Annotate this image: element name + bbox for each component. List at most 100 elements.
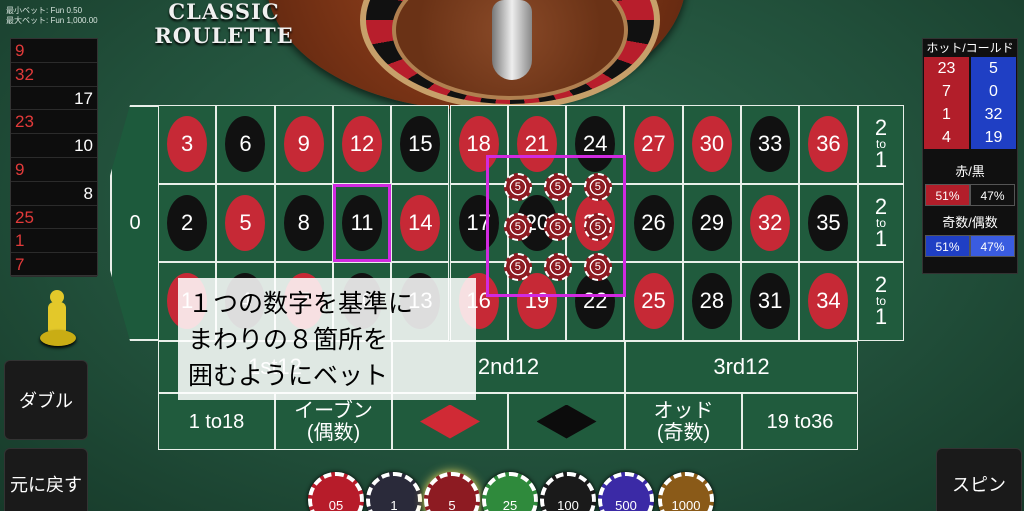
column-bet-text: 1 <box>874 225 888 251</box>
odd-label: オッド <box>653 399 714 422</box>
history-entry: 32 <box>11 63 97 87</box>
number-bet-3[interactable]: 3 <box>158 105 217 184</box>
undo-button[interactable]: 元に戻す <box>4 448 88 511</box>
history-entry: 17 <box>11 87 97 111</box>
number-label: 6 <box>225 116 266 173</box>
even-label: イーブン <box>294 399 373 422</box>
zero-bet[interactable]: 0 <box>110 105 160 341</box>
chip-05[interactable]: 05 <box>308 472 364 511</box>
number-bet-25[interactable]: 25 <box>624 262 683 341</box>
high-label: 19 to36 <box>766 410 834 433</box>
placed-bet-chip[interactable]: 5 <box>583 253 612 281</box>
number-bet-27[interactable]: 27 <box>624 105 683 184</box>
chip-1[interactable]: 1 <box>366 472 422 511</box>
column-bet-text: 2 <box>874 193 888 219</box>
low-bet[interactable]: 1 to18 <box>158 393 275 450</box>
placed-bet-chip[interactable]: 5 <box>543 253 572 281</box>
column-bet-text: 2 <box>874 115 888 141</box>
number-label: 35 <box>808 194 849 251</box>
result-history: 9 32 17 23 10 9 8 25 1 7 <box>10 38 98 277</box>
number-bet-14[interactable]: 14 <box>391 183 450 263</box>
column-bet-2[interactable]: 2 to 1 <box>858 183 904 263</box>
history-entry: 1 <box>11 229 97 254</box>
placed-bet-chip[interactable]: 5 <box>583 173 612 201</box>
placed-bet-chip[interactable]: 5 <box>503 173 532 201</box>
bet-limits: 最小ベット: Fun 0.50 最大ベット: Fun 1,000.00 <box>6 6 98 26</box>
chip-5[interactable]: 5 <box>424 472 480 511</box>
number-bet-26[interactable]: 26 <box>624 183 683 263</box>
number-label: 9 <box>283 116 324 173</box>
even-percent: 47% <box>970 235 1015 257</box>
red-diamond-icon <box>420 404 480 439</box>
number-label: 5 <box>225 194 266 251</box>
history-entry: 9 <box>11 158 97 182</box>
zero-label: 0 <box>129 211 141 234</box>
chip-25[interactable]: 25 <box>482 472 538 511</box>
chip-label: 100 <box>557 498 579 511</box>
number-bet-34[interactable]: 34 <box>799 262 858 341</box>
chip-label: 500 <box>615 498 637 511</box>
number-label: 12 <box>342 116 383 173</box>
number-bet-15[interactable]: 15 <box>391 105 450 184</box>
tip-line2: まわりの８箇所を <box>188 325 389 354</box>
game-logo: CLASSIC ROULETTE <box>138 0 310 48</box>
double-button[interactable]: ダブル <box>4 360 88 440</box>
number-label: 31 <box>750 273 791 330</box>
chip-label: 1 <box>390 498 398 511</box>
number-label: 14 <box>400 194 441 251</box>
max-bet-label: 最大ベット: Fun 1,000.00 <box>6 16 98 25</box>
dozen-3-bet[interactable]: 3rd12 <box>625 341 858 393</box>
history-entry: 9 <box>11 39 97 63</box>
odd-bet[interactable]: オッド (奇数) <box>625 393 742 450</box>
number-bet-2[interactable]: 2 <box>158 183 217 263</box>
placed-bet-chip[interactable]: 5 <box>583 213 612 241</box>
number-bet-30[interactable]: 30 <box>682 105 741 184</box>
number-label: 27 <box>633 116 674 173</box>
even-bet[interactable]: イーブン (偶数) <box>275 393 392 450</box>
number-bet-29[interactable]: 29 <box>682 183 741 263</box>
placed-bet-chip[interactable]: 5 <box>503 213 532 241</box>
hot-number: 7 <box>942 83 951 100</box>
cold-number: 0 <box>989 83 998 100</box>
placed-bet-chip[interactable]: 5 <box>543 213 572 241</box>
placed-bet-chip[interactable]: 5 <box>543 173 572 201</box>
hot-cold-title: ホット/コールド <box>926 41 1014 55</box>
min-bet-label: 最小ベット: Fun 0.50 <box>6 6 83 15</box>
number-bet-32[interactable]: 32 <box>741 183 800 263</box>
hot-number: 23 <box>937 60 956 77</box>
cold-number: 19 <box>984 129 1003 146</box>
chip-500[interactable]: 500 <box>598 472 654 511</box>
hot-cold-panel: ホット/コールド 23 7 1 4 5 0 32 19 赤/黒 51% 47% 奇数/偶数 … <box>922 38 1018 274</box>
number-bet-36[interactable]: 36 <box>799 105 858 184</box>
number-bet-12[interactable]: 12 <box>332 105 392 184</box>
chip-100[interactable]: 100 <box>540 472 596 511</box>
number-bet-5[interactable]: 5 <box>216 183 275 263</box>
column-bet-3[interactable]: 2 to 1 <box>858 262 904 341</box>
number-label: 8 <box>283 194 324 251</box>
red-bet[interactable] <box>392 393 508 450</box>
history-entry: 10 <box>11 134 97 158</box>
placed-bet-chip[interactable]: 5 <box>503 253 532 281</box>
number-label: 2 <box>167 194 208 251</box>
number-bet-35[interactable]: 35 <box>799 183 858 263</box>
chip-1000[interactable]: 1000 <box>658 472 714 511</box>
spin-button[interactable]: スピン <box>936 448 1022 511</box>
high-bet[interactable]: 19 to36 <box>742 393 858 450</box>
odd-percent: 51% <box>925 235 970 257</box>
column-bet-1[interactable]: 2 to 1 <box>858 105 904 184</box>
tip-line3: 囲むようにベット <box>188 361 389 390</box>
number-bet-9[interactable]: 9 <box>274 105 333 184</box>
cold-numbers: 5 0 32 19 <box>971 57 1016 149</box>
tip-line1: １つの数字を基準に <box>188 289 414 318</box>
number-bet-33[interactable]: 33 <box>741 105 800 184</box>
number-bet-6[interactable]: 6 <box>216 105 275 184</box>
cold-number: 32 <box>984 106 1003 123</box>
number-label: 34 <box>808 273 849 330</box>
black-bet[interactable] <box>508 393 625 450</box>
number-bet-8[interactable]: 8 <box>274 183 333 263</box>
chip-label: 5 <box>448 498 456 511</box>
number-label: 32 <box>750 194 791 251</box>
number-bet-31[interactable]: 31 <box>741 262 800 341</box>
number-label: 36 <box>808 116 849 173</box>
number-bet-28[interactable]: 28 <box>682 262 741 341</box>
